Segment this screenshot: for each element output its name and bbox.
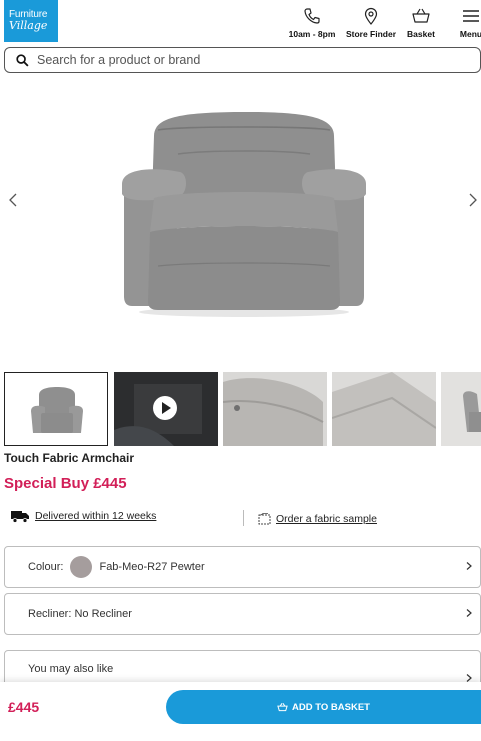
add-to-basket-button[interactable]: ADD TO BASKET xyxy=(166,690,481,724)
colour-selector[interactable]: Colour: Fab-Meo-R27 Pewter xyxy=(4,546,481,588)
product-image-gallery xyxy=(0,76,481,366)
recliner-label: Recliner: No Recliner xyxy=(28,608,132,620)
bottom-price: £445 xyxy=(8,699,40,715)
sticky-add-to-basket-bar: £445 ADD TO BASKET xyxy=(0,682,481,741)
site-header: Furniture Village 10am - 8pm Store Finde… xyxy=(0,0,481,44)
colour-label: Colour: xyxy=(28,561,64,573)
thumbnail-video[interactable] xyxy=(114,372,218,446)
basket-link[interactable]: Basket xyxy=(405,7,437,39)
menu-label: Menu xyxy=(459,29,481,39)
delivery-text: Delivered within 12 weeks xyxy=(35,510,157,522)
sample-text: Order a fabric sample xyxy=(276,513,377,525)
info-divider xyxy=(243,510,244,526)
thumbnail-strip xyxy=(4,372,481,447)
chevron-left-icon[interactable] xyxy=(6,192,20,208)
delivery-truck-icon xyxy=(11,511,29,523)
location-pin-icon xyxy=(364,7,378,25)
also-like-label: You may also like xyxy=(28,663,114,675)
thumbnail-side-view[interactable] xyxy=(441,372,481,446)
colour-swatch xyxy=(70,556,93,578)
add-to-basket-label: ADD TO BASKET xyxy=(292,701,370,713)
menu-button[interactable]: Menu xyxy=(456,7,481,39)
furniture-village-logo[interactable]: Furniture Village xyxy=(4,0,58,42)
armchair-main-image xyxy=(122,112,366,317)
basket-icon xyxy=(412,8,430,23)
chevron-right-icon xyxy=(466,609,472,617)
armchair-thumbnail-image xyxy=(31,387,83,433)
chevron-right-icon xyxy=(466,562,472,570)
recliner-selector[interactable]: Recliner: No Recliner xyxy=(4,593,481,635)
logo-line2: Village xyxy=(9,19,48,32)
fabric-detail-image xyxy=(332,372,436,446)
search-icon xyxy=(16,53,29,67)
search-input[interactable] xyxy=(37,53,437,67)
thumbnail-fabric-detail[interactable] xyxy=(332,372,436,446)
store-finder-link[interactable]: Store Finder xyxy=(345,7,397,39)
store-finder-label: Store Finder xyxy=(345,29,397,39)
product-title: Touch Fabric Armchair xyxy=(4,451,135,465)
phone-icon xyxy=(304,8,320,24)
product-price: Special Buy £445 xyxy=(4,475,127,492)
hours-label: 10am - 8pm xyxy=(288,29,336,39)
thumbnail-arm-detail[interactable] xyxy=(223,372,327,446)
opening-hours-link[interactable]: 10am - 8pm xyxy=(287,7,337,39)
play-icon[interactable] xyxy=(153,396,177,420)
side-view-image xyxy=(463,391,481,432)
chevron-right-icon[interactable] xyxy=(466,192,480,208)
fabric-sample-icon xyxy=(258,513,271,525)
basket-label: Basket xyxy=(407,29,435,39)
arm-detail-image xyxy=(223,378,324,446)
basket-icon xyxy=(277,703,288,712)
hamburger-menu-icon xyxy=(463,10,479,22)
colour-value: Fab-Meo-R27 Pewter xyxy=(99,561,205,573)
search-bar[interactable] xyxy=(4,47,481,73)
delivery-info-link[interactable]: Delivered within 12 weeks xyxy=(10,509,156,523)
fabric-sample-link[interactable]: Order a fabric sample xyxy=(258,513,377,525)
thumbnail-front[interactable] xyxy=(4,372,108,446)
